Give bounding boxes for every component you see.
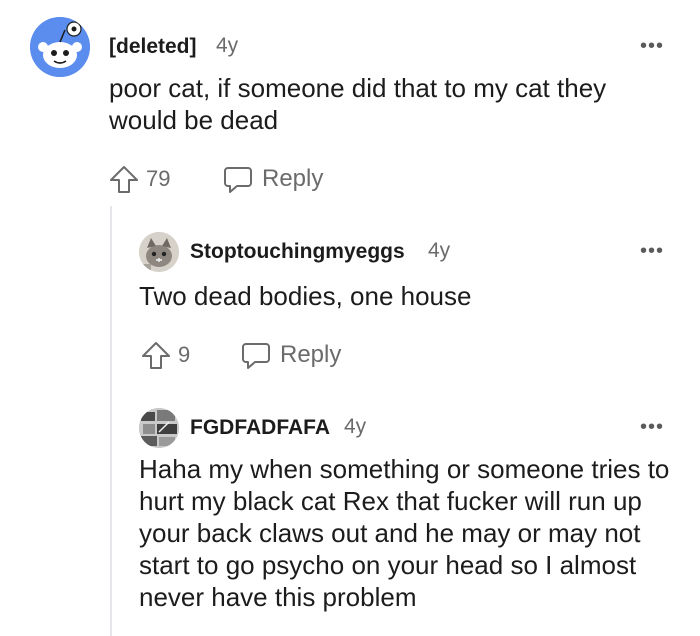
comment-body: poor cat, if someone did that to my cat … (109, 73, 607, 135)
comment-body: Haha my when something or someone tries … (139, 454, 670, 612)
comment-age: 4y (428, 239, 451, 262)
comment-age: 4y (344, 415, 367, 438)
reply-button[interactable]: Reply (222, 162, 323, 196)
more-options-button[interactable]: ••• (640, 241, 664, 261)
speech-bubble-icon (242, 343, 270, 369)
username[interactable]: Stoptouchingmyeggs (190, 240, 405, 264)
more-options-button[interactable]: ••• (640, 417, 664, 437)
photo-avatar (139, 408, 179, 448)
upvote-control[interactable]: 79 (108, 162, 170, 196)
avatar[interactable] (139, 408, 179, 448)
vote-score: 79 (146, 166, 171, 191)
username[interactable]: FGDFADFAFA (190, 416, 330, 440)
avatar[interactable] (139, 232, 179, 272)
speech-bubble-icon (224, 167, 252, 193)
more-options-button[interactable]: ••• (640, 36, 664, 56)
upvote-icon[interactable] (140, 339, 172, 371)
upvote-control[interactable]: 9 (140, 338, 190, 372)
cat-photo-avatar (139, 232, 179, 272)
comment-body: Two dead bodies, one house (139, 281, 472, 311)
reply-label: Reply (262, 165, 324, 192)
avatar[interactable] (30, 17, 90, 77)
reply-button[interactable]: Reply (240, 338, 341, 372)
thread-line (110, 206, 112, 636)
comment-age: 4y (216, 34, 239, 57)
vote-score: 9 (178, 342, 191, 367)
upvote-icon[interactable] (108, 163, 140, 195)
username[interactable]: [deleted] (109, 35, 197, 59)
reply-label: Reply (280, 341, 342, 368)
reddit-snoo-icon (30, 17, 90, 77)
